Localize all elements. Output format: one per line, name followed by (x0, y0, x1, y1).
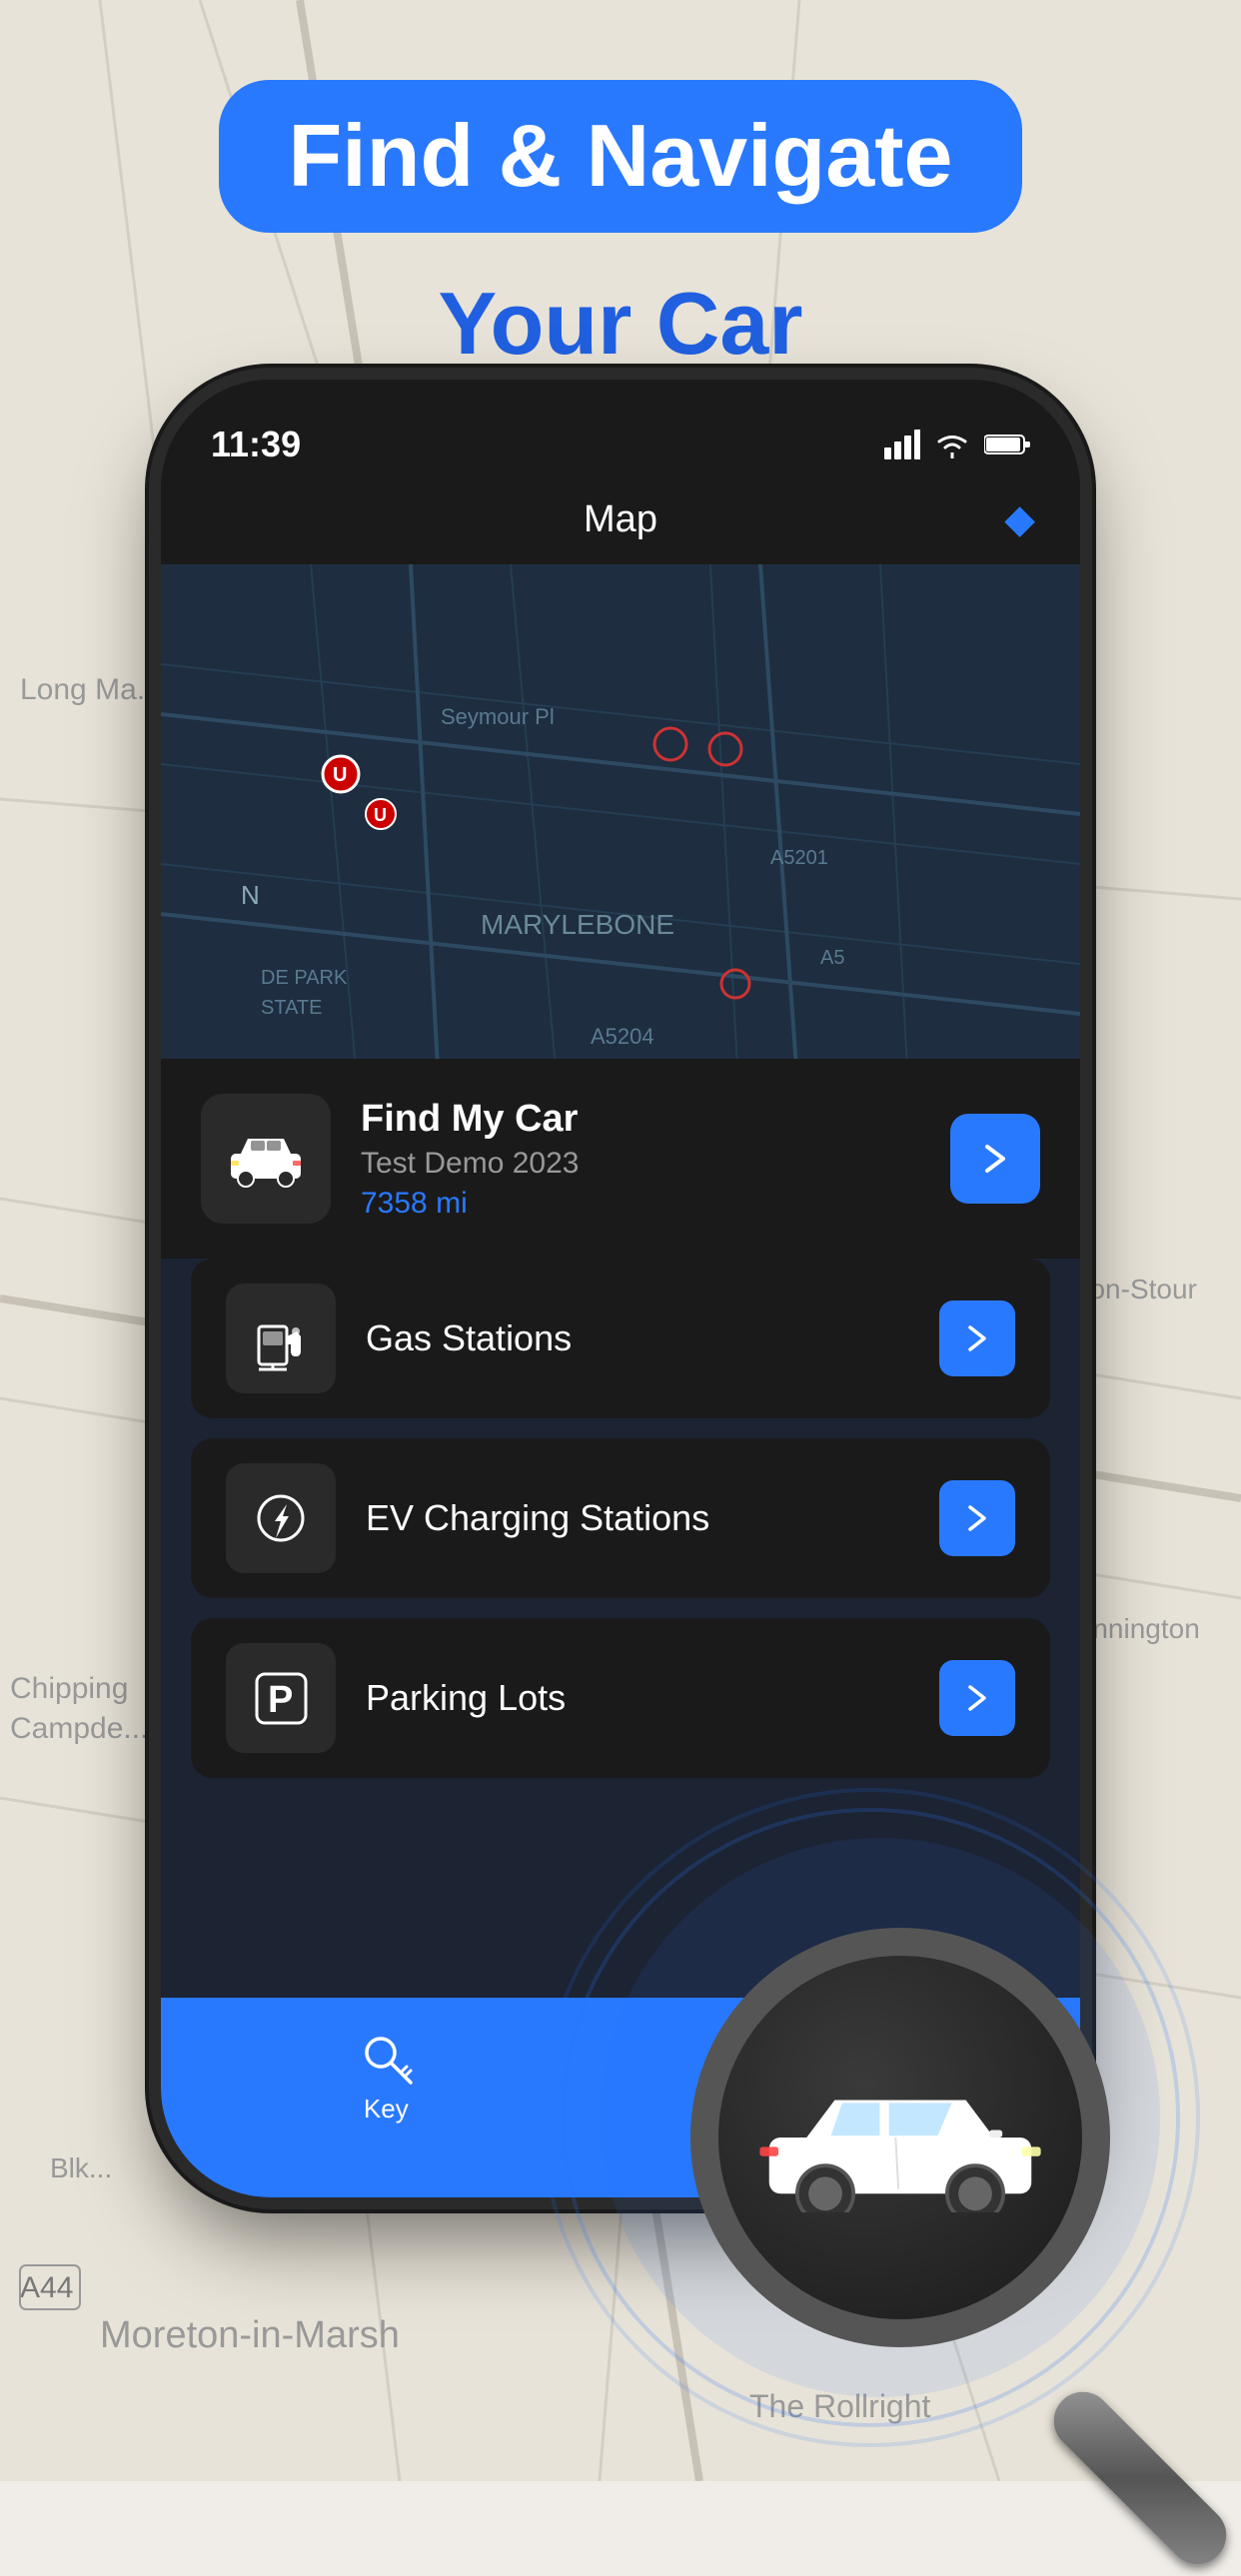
find-car-subtitle: Test Demo 2023 (361, 1147, 920, 1181)
magnifier-overlay (521, 1788, 1241, 2547)
header: Find & Navigate Your Car (0, 80, 1241, 375)
parking-lots-label: Parking Lots (336, 1677, 939, 1719)
header-subtitle: Your Car (0, 273, 1241, 375)
svg-text:Blk...: Blk... (50, 2152, 112, 2183)
svg-text:U: U (374, 805, 387, 825)
nav-title: Map (584, 498, 657, 541)
car-in-magnifier (750, 2063, 1050, 2212)
find-my-car-card: Find My Car Test Demo 2023 7358 mi (161, 1059, 1080, 1259)
tab-key[interactable]: Key (359, 2031, 414, 2125)
chevron-right-icon (960, 1681, 994, 1715)
svg-text:STATE: STATE (261, 997, 322, 1019)
chevron-right-icon (960, 1501, 994, 1535)
phone-mockup: 11:39 (161, 380, 1080, 2197)
menu-list: Gas Stations EV Charg (161, 1259, 1080, 1778)
chevron-right-icon (975, 1139, 1015, 1179)
gas-station-icon (249, 1306, 314, 1371)
ev-charging-label: EV Charging Stations (336, 1497, 939, 1539)
svg-text:A44: A44 (20, 2271, 73, 2304)
svg-text:Campde...: Campde... (10, 1712, 148, 1745)
svg-text:A5204: A5204 (591, 1024, 654, 1049)
status-icons (884, 429, 1030, 459)
gas-stations-arrow[interactable] (939, 1300, 1015, 1376)
ev-charging-item[interactable]: EV Charging Stations (191, 1438, 1050, 1598)
svg-text:DE PARK: DE PARK (261, 967, 348, 989)
tab-key-label: Key (364, 2094, 409, 2125)
map-area: Seymour Pl MARYLEBONE A5204 A5201 A5 DE … (161, 564, 1080, 1124)
gas-stations-label: Gas Stations (336, 1317, 939, 1359)
car-icon (226, 1119, 306, 1199)
chevron-right-icon (960, 1321, 994, 1355)
find-car-title: Find My Car (361, 1098, 920, 1141)
key-icon (359, 2031, 414, 2086)
premium-icon: ◆ (1004, 496, 1035, 542)
gas-icon-box (226, 1284, 336, 1393)
svg-text:N: N (241, 880, 260, 910)
nav-bar: Map ◆ (161, 474, 1080, 564)
notch (491, 380, 750, 437)
header-badge-text: Find & Navigate (289, 108, 953, 205)
magnifier-glass (690, 1928, 1110, 2347)
battery-icon (984, 432, 1030, 456)
svg-text:U: U (333, 764, 347, 786)
ev-icon-box (226, 1463, 336, 1573)
ev-charging-arrow[interactable] (939, 1480, 1015, 1556)
header-badge: Find & Navigate (219, 80, 1023, 233)
parking-lots-item[interactable]: P Parking Lots (191, 1618, 1050, 1778)
parking-icon-box: P (226, 1643, 336, 1753)
svg-text:A5201: A5201 (770, 847, 828, 869)
find-car-arrow-button[interactable] (950, 1114, 1040, 1204)
svg-text:Moreton-in-Marsh: Moreton-in-Marsh (100, 2314, 400, 2356)
car-icon-box (201, 1094, 331, 1224)
find-car-info: Find My Car Test Demo 2023 7358 mi (331, 1098, 950, 1221)
parking-lots-arrow[interactable] (939, 1660, 1015, 1736)
svg-text:P: P (268, 1679, 293, 1721)
svg-text:Chipping: Chipping (10, 1672, 128, 1705)
ev-charging-icon (249, 1486, 314, 1551)
status-time: 11:39 (211, 424, 301, 465)
signal-icon (884, 429, 920, 459)
find-car-distance: 7358 mi (361, 1187, 920, 1221)
svg-text:Seymour Pl: Seymour Pl (441, 704, 555, 729)
wifi-icon (934, 430, 970, 458)
magnifier-handle (1042, 2380, 1239, 2576)
svg-text:Long Ma...: Long Ma... (20, 673, 162, 706)
parking-icon: P (249, 1666, 314, 1731)
svg-text:A5: A5 (820, 947, 844, 969)
svg-text:MARYLEBONE: MARYLEBONE (481, 909, 674, 940)
gas-stations-item[interactable]: Gas Stations (191, 1259, 1050, 1418)
svg-text:...nnington: ...nnington (1069, 1613, 1200, 1644)
